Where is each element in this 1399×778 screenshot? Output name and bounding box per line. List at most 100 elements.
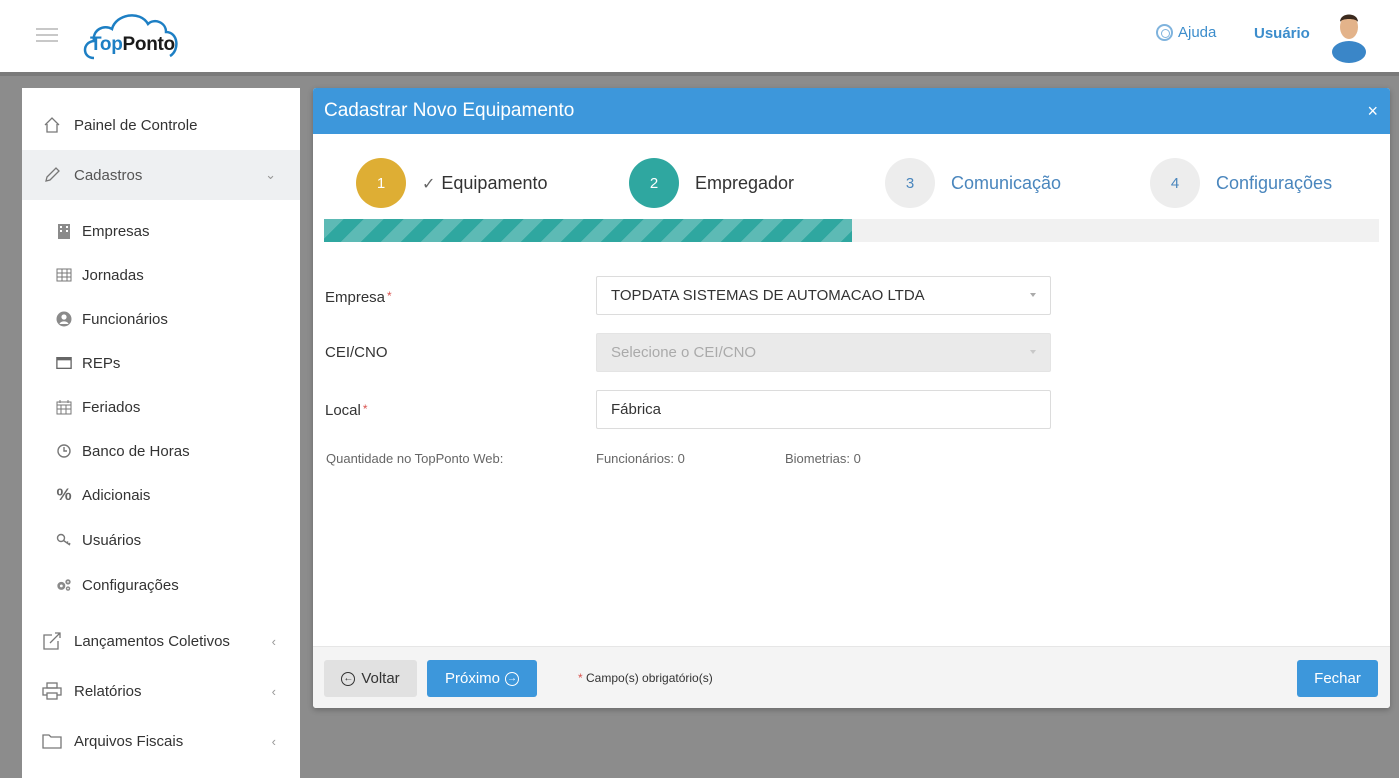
sidebar-item-painel[interactable]: Painel de Controle [22,100,300,150]
caret-down-icon [1030,350,1036,354]
sidebar-item-label: Cadastros [74,166,143,184]
required-mark: * [362,402,368,416]
user-avatar[interactable] [1330,8,1368,64]
step-number: 2 [629,158,679,208]
required-mark: * [387,289,392,303]
sidebar-subitem-label: Jornadas [82,266,144,284]
cei-label-text: CEI/CNO [325,344,388,361]
sidebar-subitem-label: REPs [82,354,121,372]
top-bar: TopPonto Ajuda Usuário [0,0,1399,76]
arrow-left-circle-icon: ← [341,671,356,686]
sidebar-subitem-empresas[interactable]: Empresas [22,209,300,253]
local-label: Local * [325,402,368,419]
user-circle-icon [56,311,72,327]
help-link[interactable]: Ajuda [1156,24,1216,41]
help-label: Ajuda [1178,24,1217,41]
caret-down-icon [1030,293,1036,297]
sidebar-subitem-label: Adicionais [82,486,151,504]
step-label: Comunicação [951,172,1062,193]
wizard-progress-bar [324,219,1379,242]
required-note: * Campo(s) obrigatório(s) [578,671,713,685]
lifebuoy-icon [1156,24,1173,41]
empresa-select-value: TOPDATA SISTEMAS DE AUTOMACAO LTDA [611,287,925,304]
new-equipment-modal: Cadastrar Novo Equipamento × 1 ✓ Equipame… [313,88,1390,708]
chevron-down-icon: ⌄ [265,167,276,182]
sidebar-subitem-label: Feriados [82,398,141,416]
sidebar-item-label: Relatórios [74,682,142,700]
step-label: Equipamento [441,172,548,193]
user-menu-label[interactable]: Usuário [1254,25,1310,42]
sidebar-item-cadastros[interactable]: Cadastros ⌄ [22,150,300,200]
cei-label: CEI/CNO [325,344,388,361]
step-number: 4 [1150,158,1200,208]
progress-fill [324,219,852,242]
required-mark: * [578,671,583,685]
window-icon [56,355,72,371]
step-number: 3 [885,158,935,208]
sidebar-subitem-usuarios[interactable]: Usuários [22,518,300,562]
sidebar-subitem-label: Funcionários [82,310,168,328]
edit-external-icon [42,631,62,651]
sidebar-subitem-jornadas[interactable]: Jornadas [22,253,300,297]
step-empregador[interactable]: 2 Empregador [629,158,794,208]
menu-toggle-icon[interactable] [36,28,58,42]
check-icon: ✓ [422,175,436,193]
step-comunicacao[interactable]: 3 Comunicação [885,158,1061,208]
user-avatar-icon [1332,14,1366,63]
calendar-icon [56,399,72,415]
local-input-value: Fábrica [611,401,662,418]
sidebar-item-label: Painel de Controle [74,116,198,134]
biometrias-count: Biometrias: 0 [785,451,861,466]
close-icon[interactable]: × [1367,101,1378,122]
back-button[interactable]: ← Voltar [324,660,417,697]
modal-header: Cadastrar Novo Equipamento × [313,88,1390,134]
sidebar-subitem-label: Usuários [82,531,142,549]
sidebar-item-arquivos-fiscais[interactable]: Arquivos Fiscais ‹ [22,716,300,766]
cei-select: Selecione o CEI/CNO [596,333,1051,372]
gears-icon [56,577,72,593]
next-button[interactable]: Próximo → [427,660,537,697]
sidebar-item-lancamentos[interactable]: Lançamentos Coletivos ‹ [22,616,300,666]
step-configuracoes[interactable]: 4 Configurações [1150,158,1332,208]
pencil-icon [42,165,62,185]
sidebar-subitem-configuracoes[interactable]: Configurações [22,563,300,607]
quantity-label: Quantidade no TopPonto Web: [326,451,504,466]
sidebar-subitem-reps[interactable]: REPs [22,341,300,385]
sidebar-subitem-funcionarios[interactable]: Funcionários [22,297,300,341]
sidebar-subitem-adicionais[interactable]: % Adicionais [22,473,300,517]
cei-select-placeholder: Selecione o CEI/CNO [611,344,757,361]
empresa-select[interactable]: TOPDATA SISTEMAS DE AUTOMACAO LTDA [596,276,1051,315]
local-label-text: Local [325,402,361,419]
logo-text: TopPonto [90,34,175,55]
building-icon [56,223,72,239]
percent-icon: % [56,485,72,504]
home-icon [42,115,62,135]
sidebar-item-label: Arquivos Fiscais [74,732,184,750]
printer-icon [42,681,62,701]
modal-title: Cadastrar Novo Equipamento [324,100,575,121]
sidebar-subitem-feriados[interactable]: Feriados [22,385,300,429]
arrow-right-circle-icon: → [505,671,519,686]
empresa-label: Empresa * [325,289,392,306]
local-input[interactable]: Fábrica [596,390,1051,429]
sidebar-subitem-label: Configurações [82,576,179,594]
empresa-label-text: Empresa [325,289,386,306]
sidebar-item-label: Lançamentos Coletivos [74,632,230,650]
sidebar-subitem-label: Empresas [82,222,150,240]
sidebar-subitem-banco-horas[interactable]: Banco de Horas [22,429,300,473]
next-button-label: Próximo [444,670,500,687]
sidebar: Painel de Controle Cadastros ⌄ Empresas … [22,88,300,778]
close-button[interactable]: Fechar [1297,660,1378,697]
step-label: Configurações [1216,172,1333,193]
modal-footer: ← Voltar Próximo → * Campo(s) obrigatóri… [313,646,1390,708]
funcionarios-count: Funcionários: 0 [596,451,685,466]
sidebar-subitem-label: Banco de Horas [82,442,190,460]
step-number: 1 [356,158,406,208]
step-label: Empregador [695,172,795,193]
step-equipamento[interactable]: 1 ✓ Equipamento [356,158,547,208]
folder-icon [42,731,62,751]
step-label-wrap: ✓ Equipamento [422,173,547,194]
topponto-logo[interactable]: TopPonto [80,6,190,66]
required-note-text: Campo(s) obrigatório(s) [586,671,713,685]
sidebar-item-relatorios[interactable]: Relatórios ‹ [22,666,300,716]
